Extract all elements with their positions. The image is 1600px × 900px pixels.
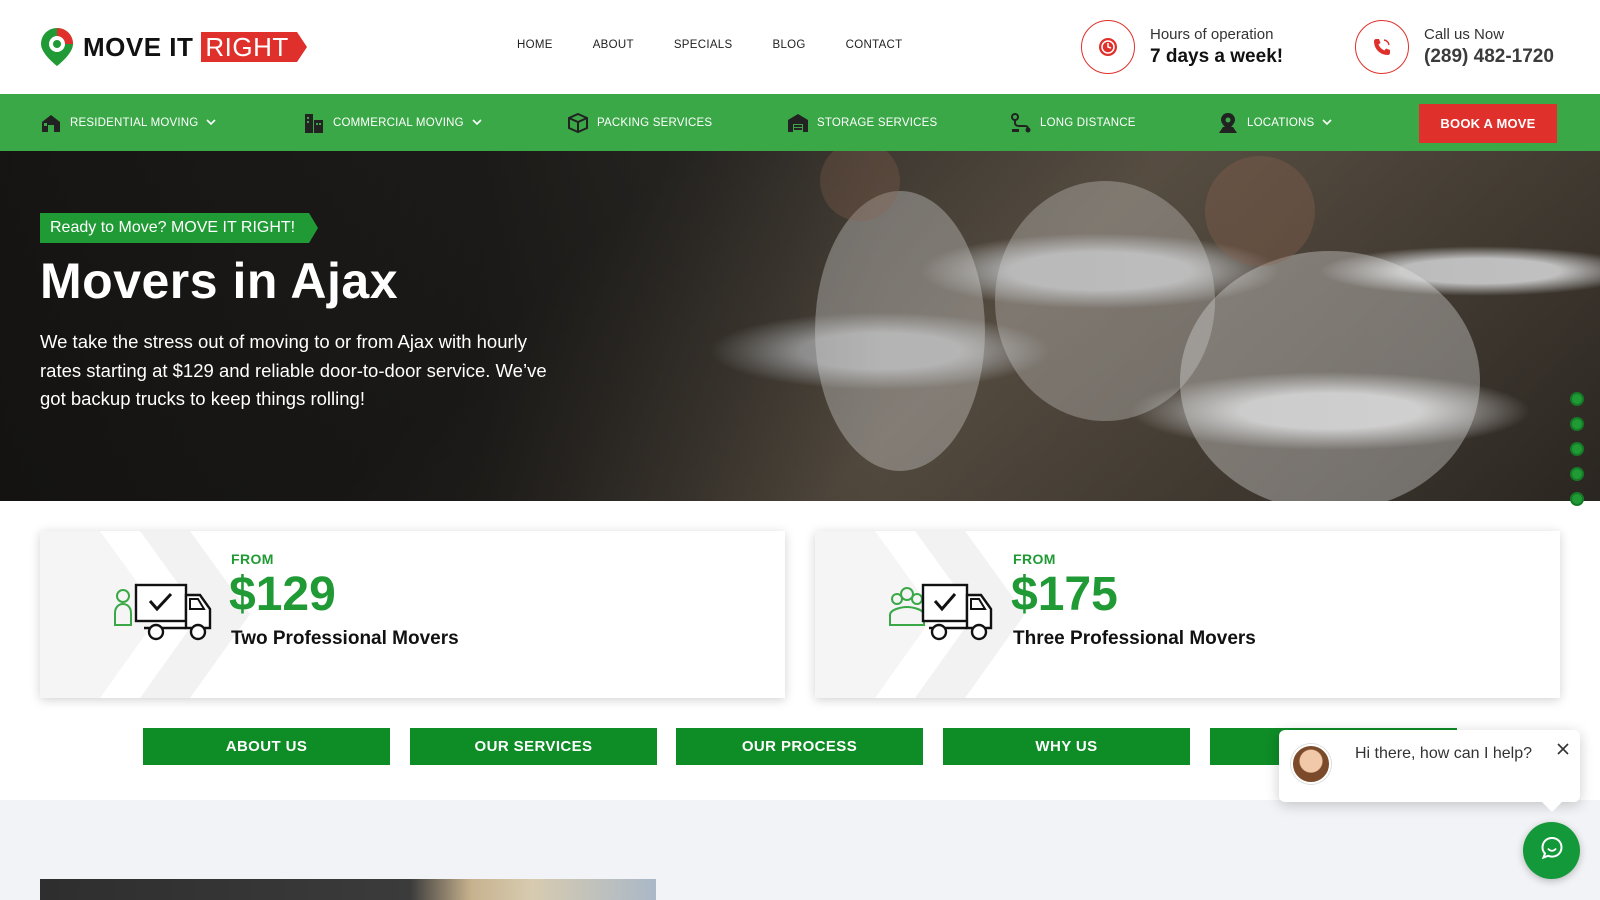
site-logo[interactable]: MOVE IT RIGHT [39, 26, 308, 68]
nav-locations[interactable]: LOCATIONS [1217, 94, 1332, 151]
nav-blog[interactable]: BLOG [772, 39, 805, 51]
house-icon [40, 113, 62, 133]
route-icon [1010, 112, 1032, 134]
hero-tagline: Ready to Move? MOVE IT RIGHT! [40, 213, 319, 243]
phone-icon [1355, 20, 1409, 74]
nav-contact[interactable]: CONTACT [846, 39, 903, 51]
nav-long-distance[interactable]: LONG DISTANCE [1010, 94, 1136, 151]
close-icon[interactable] [1557, 742, 1569, 758]
slider-dot[interactable] [1570, 392, 1584, 406]
nav-packing-services[interactable]: PACKING SERVICES [567, 94, 712, 151]
chat-greeting: Hi there, how can I help? [1355, 745, 1532, 762]
section-photo [40, 879, 656, 900]
why-us-button[interactable]: WHY US [943, 728, 1190, 765]
logo-text-accent: RIGHT [201, 32, 308, 62]
chevron-down-icon [206, 117, 216, 128]
about-us-button[interactable]: ABOUT US [143, 728, 390, 765]
moving-truck-icon [114, 583, 214, 648]
chat-popup[interactable]: Hi there, how can I help? [1279, 730, 1580, 812]
page-title: Movers in Ajax [40, 253, 399, 309]
hours-label: Hours of operation [1150, 26, 1274, 43]
agent-avatar [1291, 744, 1331, 784]
price-from-label: FROM [231, 551, 274, 567]
nav-locations-label: LOCATIONS [1247, 116, 1315, 129]
price-card-two-movers[interactable]: FROM $129 Two Professional Movers [40, 531, 785, 698]
chat-launcher-button[interactable] [1523, 822, 1580, 879]
phone-info[interactable]: Call us Now (289) 482-1720 [1355, 20, 1554, 74]
warehouse-icon [787, 113, 809, 133]
nav-home[interactable]: HOME [517, 39, 553, 51]
nav-residential-moving-label: RESIDENTIAL MOVING [70, 116, 199, 129]
price-from-label: FROM [1013, 551, 1056, 567]
nav-specials[interactable]: SPECIALS [674, 39, 733, 51]
phone-label: Call us Now [1424, 26, 1505, 43]
hero-banner-image [0, 151, 1600, 501]
chevron-down-icon [472, 117, 482, 128]
hero-description: We take the stress out of moving to or f… [40, 331, 547, 409]
price-description: Three Professional Movers [1013, 628, 1256, 649]
nav-long-distance-label: LONG DISTANCE [1040, 116, 1136, 129]
nav-commercial-moving[interactable]: COMMERCIAL MOVING [303, 94, 482, 151]
chevron-down-icon [1322, 117, 1332, 128]
box-icon [567, 112, 589, 134]
slider-dot[interactable] [1570, 492, 1584, 506]
chat-bubble-icon [1539, 835, 1565, 866]
price-value: $175 [1011, 568, 1118, 621]
top-navigation: HOME ABOUT SPECIALS BLOG CONTACT [517, 39, 902, 51]
building-icon [303, 112, 325, 134]
slider-dot[interactable] [1570, 417, 1584, 431]
movers-photo-shapes [815, 151, 1480, 501]
slider-dot[interactable] [1570, 467, 1584, 481]
our-services-button[interactable]: OUR SERVICES [410, 728, 657, 765]
location-pin-logo-icon [39, 26, 75, 68]
price-description: Two Professional Movers [231, 628, 459, 649]
nav-residential-moving[interactable]: RESIDENTIAL MOVING [40, 94, 216, 151]
slider-dot[interactable] [1570, 442, 1584, 456]
book-a-move-button[interactable]: BOOK A MOVE [1419, 104, 1557, 143]
hours-value: 7 days a week! [1150, 46, 1284, 67]
nav-about[interactable]: ABOUT [593, 39, 634, 51]
price-card-three-movers[interactable]: FROM $175 Three Professional Movers [815, 531, 1560, 698]
nav-storage-services[interactable]: STORAGE SERVICES [787, 94, 937, 151]
nav-commercial-moving-label: COMMERCIAL MOVING [333, 116, 464, 129]
logo-text-main: MOVE IT [83, 31, 194, 62]
moving-truck-icon [889, 583, 995, 648]
hours-info: Hours of operation 7 days a week! [1081, 20, 1283, 74]
slider-dots [1570, 392, 1584, 506]
services-navigation: RESIDENTIAL MOVING COMMERCIAL MOVING PAC… [0, 94, 1600, 151]
clock-icon [1081, 20, 1135, 74]
nav-packing-services-label: PACKING SERVICES [597, 116, 713, 129]
price-value: $129 [229, 568, 336, 621]
location-icon [1217, 112, 1239, 134]
phone-number[interactable]: (289) 482-1720 [1424, 46, 1554, 68]
our-process-button[interactable]: OUR PROCESS [676, 728, 923, 765]
nav-storage-services-label: STORAGE SERVICES [817, 116, 938, 129]
top-header: MOVE IT RIGHT HOME ABOUT SPECIALS BLOG C… [0, 0, 1600, 94]
